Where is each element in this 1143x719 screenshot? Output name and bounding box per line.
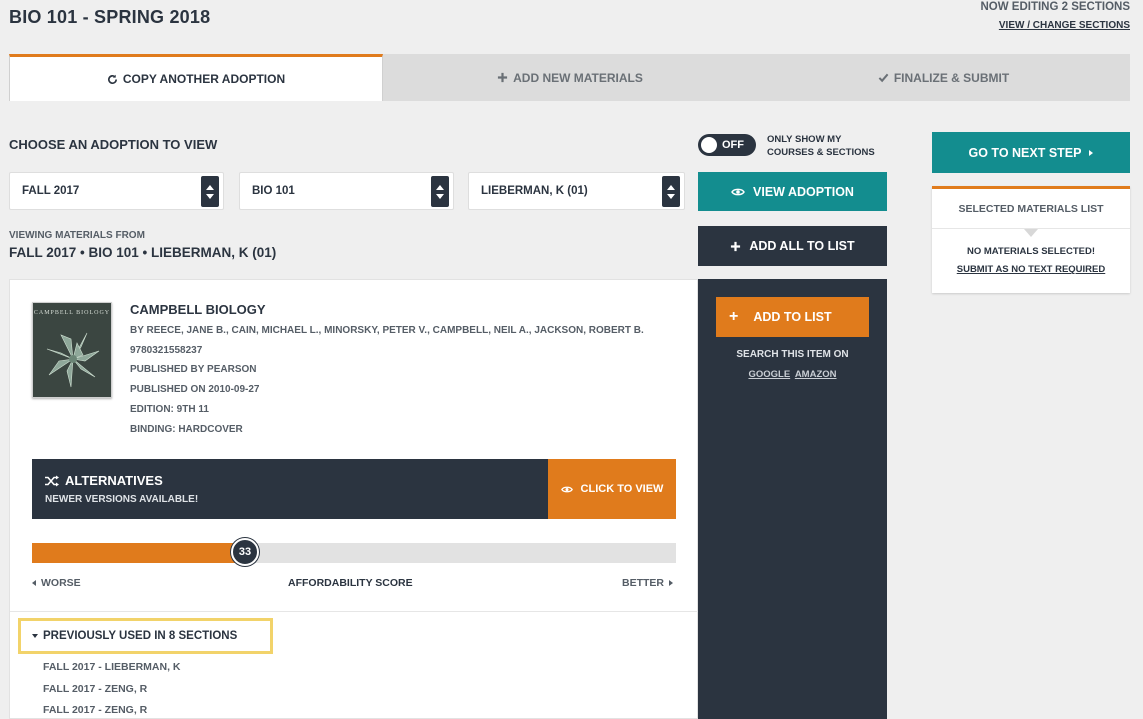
previously-used-toggle[interactable]: PREVIOUSLY USED IN 8 SECTIONS: [18, 618, 273, 654]
viewing-label: VIEWING MATERIALS FROM: [9, 230, 145, 241]
notch-indicator: [1024, 229, 1038, 237]
book-published-date: PUBLISHED ON 2010-09-27: [130, 384, 260, 395]
affordability-fill: [32, 543, 245, 563]
book-authors: BY REECE, JANE B., CAIN, MICHAEL L., MIN…: [130, 325, 644, 336]
tab-label: COPY ANOTHER ADOPTION: [122, 72, 286, 86]
affordability-score-badge: 33: [231, 538, 259, 566]
toggle-state: OFF: [722, 139, 744, 151]
add-all-label: ADD ALL TO LIST: [749, 239, 855, 253]
tab-label: FINALIZE & SUBMIT: [893, 70, 1010, 85]
book-publisher: PUBLISHED BY PEARSON: [130, 364, 257, 375]
better-label: BETTER: [622, 577, 673, 589]
add-to-list-button[interactable]: + ADD TO LIST: [716, 297, 869, 337]
check-icon: [878, 73, 889, 83]
next-step-label: GO TO NEXT STEP: [968, 145, 1082, 160]
amazon-link[interactable]: AMAZON: [795, 369, 837, 380]
better-text: BETTER: [622, 577, 664, 589]
plus-icon: +: [729, 308, 739, 325]
term-select[interactable]: FALL 2017: [9, 172, 224, 210]
alternatives-bar: [32, 459, 548, 519]
course-select[interactable]: BIO 101: [239, 172, 454, 210]
list-item: FALL 2017 - LIEBERMAN, K: [43, 661, 181, 673]
cover-title: CAMPBELL BIOLOGY: [33, 310, 111, 316]
add-all-to-list-button[interactable]: ADD ALL TO LIST: [698, 226, 887, 266]
submit-no-text-link[interactable]: SUBMIT AS NO TEXT REQUIRED: [932, 264, 1130, 275]
no-materials-text: NO MATERIALS SELECTED!: [966, 246, 1096, 257]
editing-status: NOW EDITING 2 SECTIONS: [980, 1, 1130, 13]
toggle-label: ONLY SHOW MY COURSES & SECTIONS: [767, 133, 875, 159]
search-links: GOOGLE AMAZON: [698, 369, 887, 380]
eye-icon: [560, 486, 573, 492]
select-arrows-icon: [662, 176, 680, 207]
tab-copy-adoption[interactable]: COPY ANOTHER ADOPTION: [9, 54, 383, 101]
refresh-icon: [107, 74, 117, 84]
choose-adoption-heading: CHOOSE AN ADOPTION TO VIEW: [9, 137, 218, 152]
item-actions-panel: [698, 279, 887, 719]
section-select[interactable]: LIEBERMAN, K (01): [468, 172, 685, 210]
plant-icon: [46, 332, 100, 388]
term-select-value: FALL 2017: [22, 185, 80, 197]
go-to-next-step-button[interactable]: GO TO NEXT STEP: [932, 132, 1130, 173]
alternatives-subtitle: NEWER VERSIONS AVAILABLE!: [45, 494, 199, 505]
list-item: FALL 2017 - ZENG, R: [43, 704, 148, 716]
book-cover-image: CAMPBELL BIOLOGY: [32, 302, 112, 398]
section-select-value: LIEBERMAN, K (01): [481, 185, 588, 197]
caret-right-icon: [1089, 149, 1094, 156]
page-title: BIO 101 - SPRING 2018: [9, 7, 211, 27]
google-link[interactable]: GOOGLE: [748, 369, 790, 380]
click-to-view-button[interactable]: CLICK TO VIEW: [548, 459, 676, 519]
worse-label: WORSE: [32, 577, 81, 589]
course-select-value: BIO 101: [252, 185, 295, 197]
step-tabs: COPY ANOTHER ADOPTION ADD NEW MATERIALS …: [9, 54, 1130, 101]
book-title: CAMPBELL BIOLOGY: [130, 302, 266, 317]
plus-icon: [498, 72, 508, 83]
toggle-knob: [701, 137, 717, 153]
view-adoption-label: VIEW ADOPTION: [753, 184, 854, 199]
book-isbn: 9780321558237: [130, 345, 203, 356]
click-to-view-label: CLICK TO VIEW: [580, 483, 664, 495]
tab-finalize-submit[interactable]: FINALIZE & SUBMIT: [757, 54, 1130, 101]
worse-text: WORSE: [41, 577, 81, 589]
only-my-courses-toggle[interactable]: OFF: [698, 134, 756, 156]
view-adoption-button[interactable]: VIEW ADOPTION: [698, 172, 887, 211]
tab-label: ADD NEW MATERIALS: [513, 70, 643, 85]
search-item-label: SEARCH THIS ITEM ON: [736, 349, 849, 360]
toggle-label-line2: COURSES & SECTIONS: [767, 147, 875, 158]
book-edition: EDITION: 9TH 11: [130, 404, 209, 415]
viewing-value: FALL 2017 • BIO 101 • LIEBERMAN, K (01): [9, 245, 277, 260]
caret-left-icon: [32, 580, 36, 586]
shuffle-icon: [45, 475, 59, 486]
add-to-list-label: ADD TO LIST: [753, 310, 832, 324]
previously-used-label: PREVIOUSLY USED IN 8 SECTIONS: [43, 630, 238, 642]
alternatives-title: ALTERNATIVES: [45, 473, 163, 488]
toggle-label-line1: ONLY SHOW MY: [767, 134, 842, 145]
caret-right-icon: [669, 580, 673, 586]
eye-icon: [731, 188, 745, 195]
select-arrows-icon: [201, 176, 219, 207]
book-binding: BINDING: HARDCOVER: [130, 424, 243, 435]
selected-materials-title: SELECTED MATERIALS LIST: [958, 203, 1104, 215]
view-change-sections-link[interactable]: VIEW / CHANGE SECTIONS: [999, 20, 1130, 31]
affordability-label: AFFORDABILITY SCORE: [288, 577, 413, 589]
divider: [10, 611, 698, 612]
caret-down-icon: [32, 634, 38, 638]
alternatives-title-text: ALTERNATIVES: [65, 473, 163, 488]
plus-icon: [731, 241, 741, 251]
tab-add-materials[interactable]: ADD NEW MATERIALS: [383, 54, 757, 101]
select-arrows-icon: [431, 176, 449, 207]
list-item: FALL 2017 - ZENG, R: [43, 683, 148, 695]
